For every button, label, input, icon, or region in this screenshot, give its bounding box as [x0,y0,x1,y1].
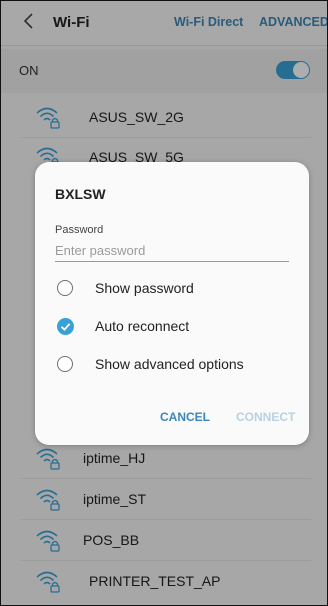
radio-unchecked-icon[interactable] [57,356,73,372]
wifi-password-dialog: BXLSW Password Show password Auto reconn… [35,162,309,445]
radio-unchecked-icon[interactable] [57,280,73,296]
password-label: Password [55,224,104,236]
cancel-button[interactable]: CANCEL [160,410,210,424]
option-label: Auto reconnect [95,318,190,334]
option-label: Show password [95,280,194,296]
auto-reconnect-option[interactable]: Auto reconnect [55,312,295,340]
checkmark-checked-icon[interactable] [57,318,74,335]
dialog-network-name: BXLSW [55,186,106,202]
password-input[interactable] [55,239,289,262]
show-advanced-options-option[interactable]: Show advanced options [55,350,295,378]
show-password-option[interactable]: Show password [55,274,295,302]
option-label: Show advanced options [95,356,244,372]
wifi-settings-screen: Wi-Fi Wi-Fi Direct ADVANCED ON ASUS_SW_2… [0,0,328,606]
check-icon [60,323,71,331]
connect-button[interactable]: CONNECT [236,410,295,424]
